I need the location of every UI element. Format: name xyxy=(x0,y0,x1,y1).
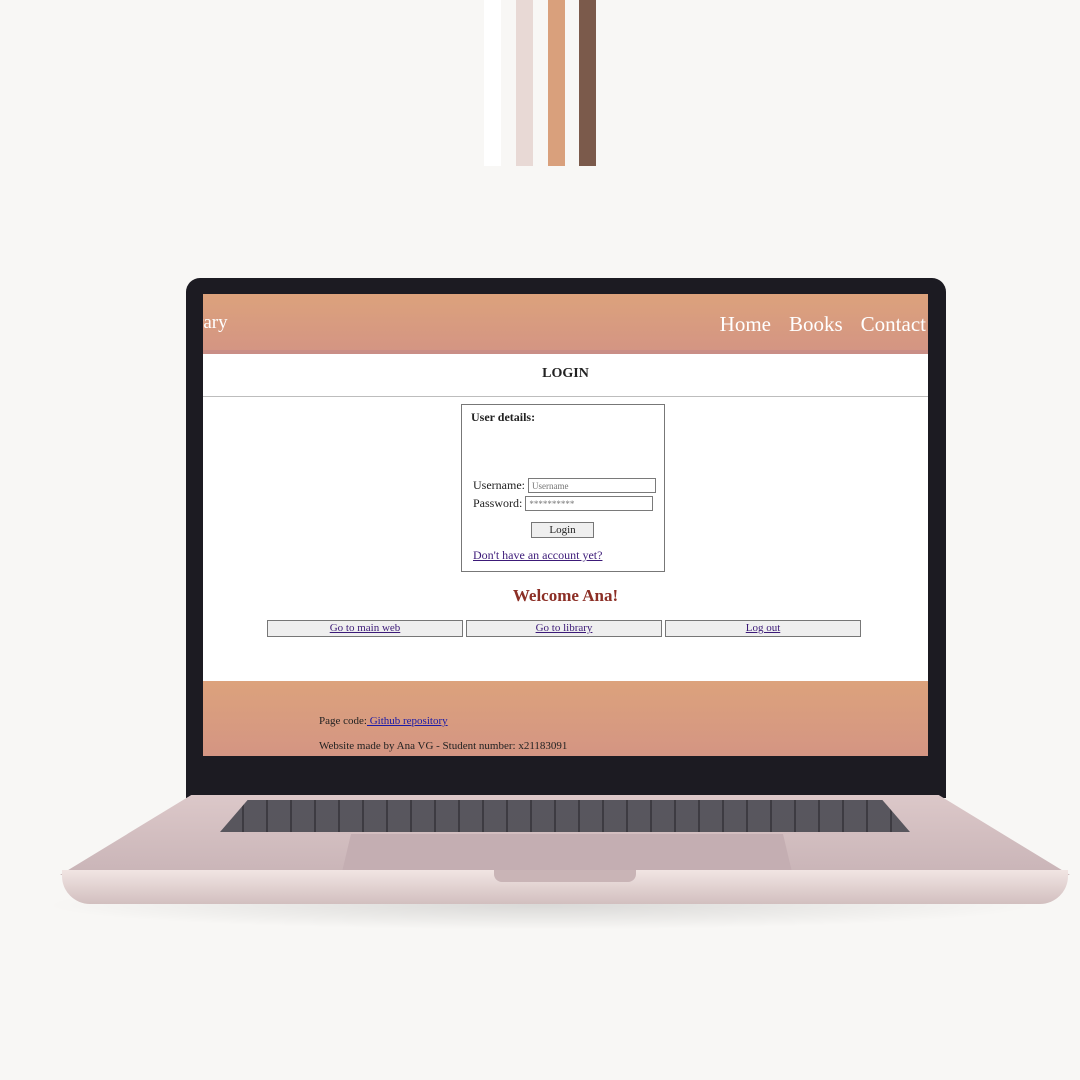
site-header: rary Home Books Contact xyxy=(203,294,928,354)
footer-page-code: Page code: Github repository xyxy=(319,715,448,727)
page-title: LOGIN xyxy=(542,366,589,381)
nav-books-link[interactable]: Books xyxy=(789,312,843,337)
login-button[interactable]: Login xyxy=(531,522,594,538)
decor-stripe-brown xyxy=(579,0,596,166)
decor-stripe-peach xyxy=(548,0,565,166)
nav-contact-link[interactable]: Contact xyxy=(861,312,926,337)
username-input[interactable] xyxy=(527,478,656,493)
laptop-keyboard xyxy=(220,800,910,832)
decor-stripe-pink xyxy=(516,0,533,166)
site-nav: Home Books Contact xyxy=(720,312,926,337)
go-to-main-web-button[interactable]: Go to main web xyxy=(267,620,463,637)
username-label: Username: xyxy=(473,478,525,492)
site-brand: rary xyxy=(203,312,228,333)
github-repository-link[interactable]: Github repository xyxy=(367,715,448,727)
footer-code-label: Page code: xyxy=(319,715,367,727)
log-out-button[interactable]: Log out xyxy=(665,620,861,637)
site-footer: Page code: Github repository Website mad… xyxy=(203,681,928,756)
password-row: Password: xyxy=(473,496,654,511)
form-legend: User details: xyxy=(471,410,536,424)
password-label: Password: xyxy=(473,496,523,510)
decor-stripe-white xyxy=(484,0,501,166)
divider xyxy=(203,396,928,397)
password-input[interactable] xyxy=(525,496,654,511)
go-to-library-button[interactable]: Go to library xyxy=(466,620,662,637)
nav-home-link[interactable]: Home xyxy=(720,312,771,337)
login-form: User details: Username: Password: Login … xyxy=(461,404,665,572)
browser-screen: rary Home Books Contact LOGIN User detai… xyxy=(203,294,928,756)
laptop-notch xyxy=(494,870,636,882)
welcome-message: Welcome Ana! xyxy=(512,586,619,605)
username-row: Username: xyxy=(473,478,656,493)
laptop-trackpad xyxy=(342,834,792,872)
footer-credits: Website made by Ana VG - Student number:… xyxy=(319,740,568,752)
action-buttons: Go to main web Go to library Log out xyxy=(267,620,861,637)
signup-link[interactable]: Don't have an account yet? xyxy=(473,548,602,563)
